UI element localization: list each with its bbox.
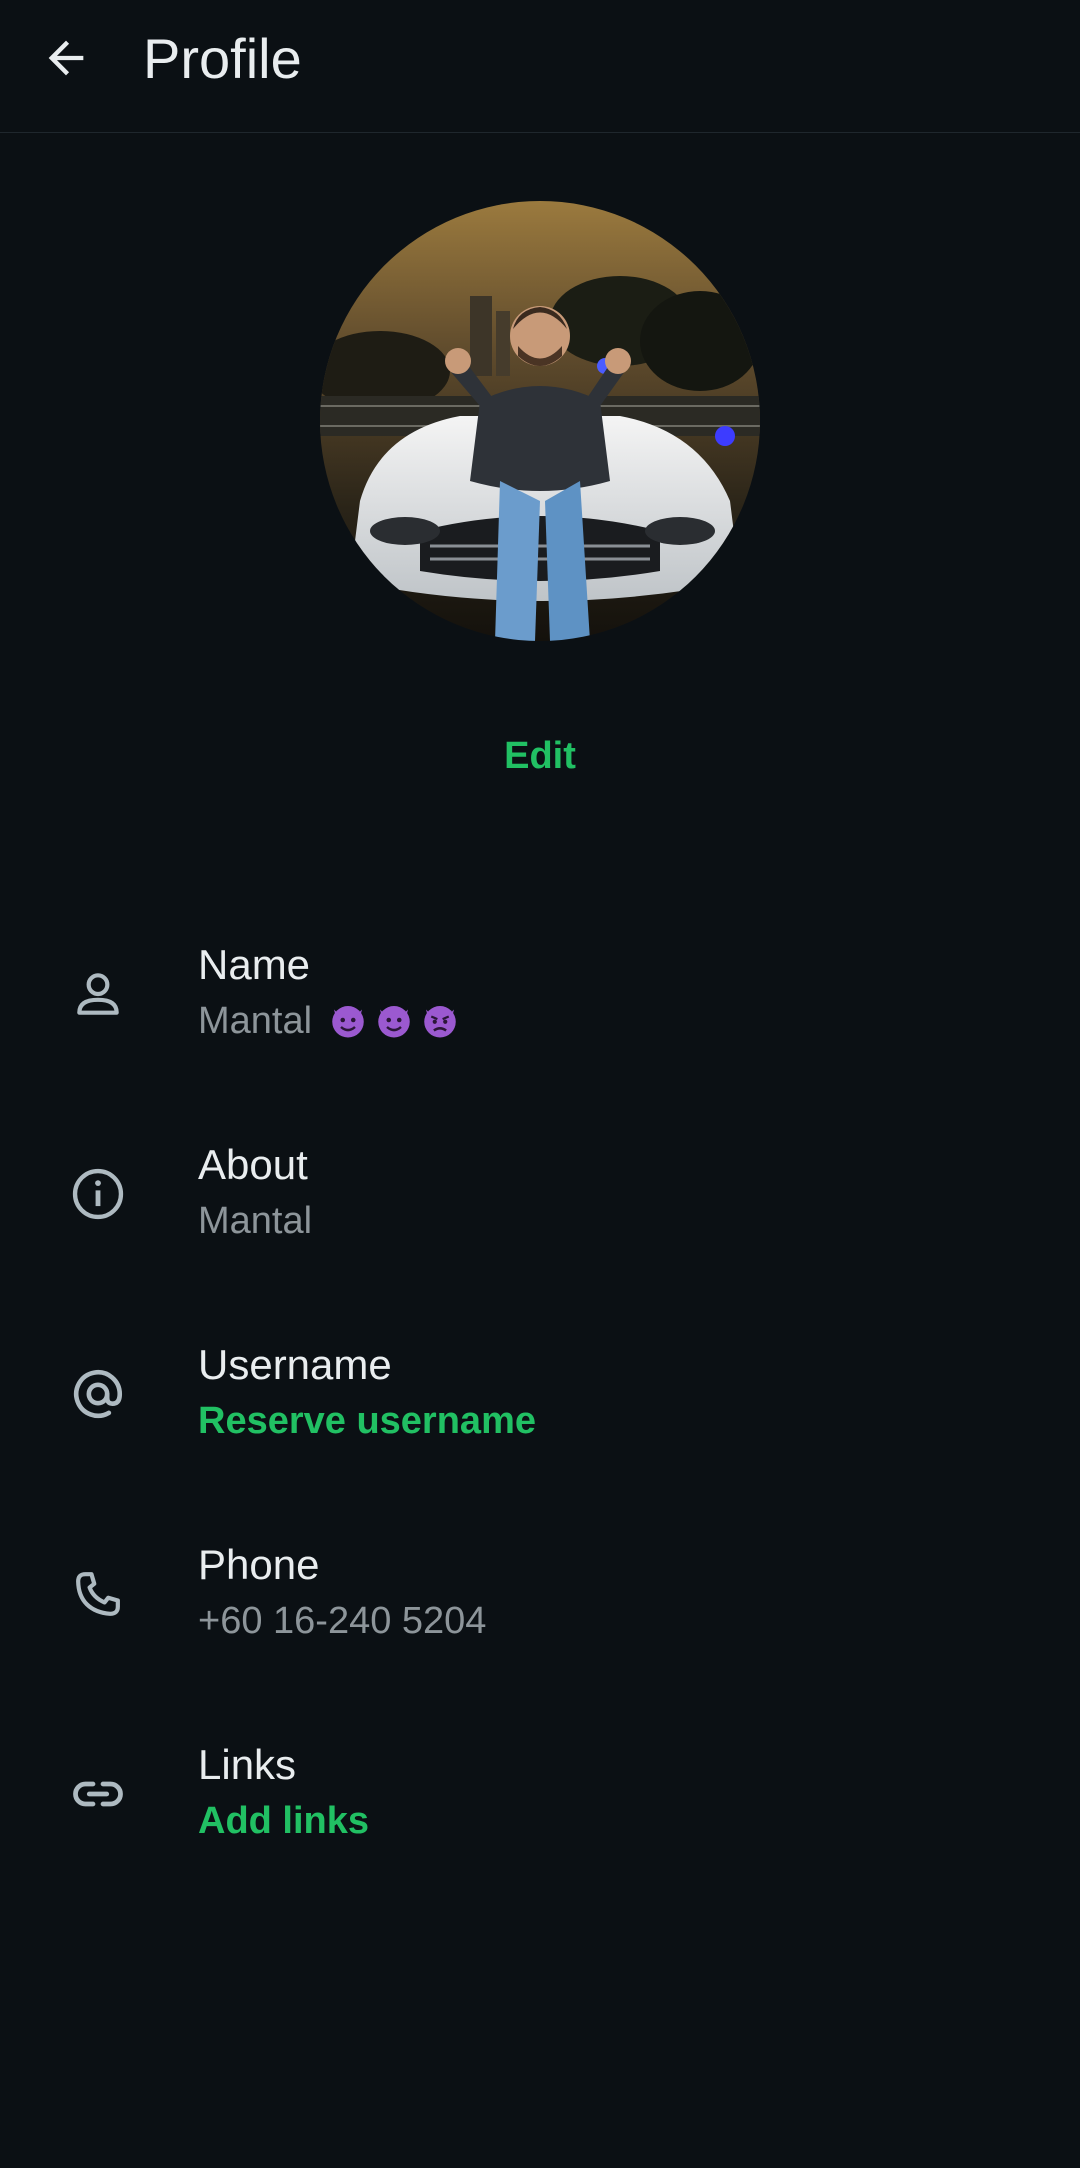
phone-icon bbox=[60, 1556, 136, 1632]
profile-photo[interactable] bbox=[320, 201, 760, 641]
page-title: Profile bbox=[143, 27, 302, 90]
link-icon bbox=[60, 1756, 136, 1832]
about-value: Mantal bbox=[198, 1200, 313, 1242]
about-row[interactable]: About Mantal bbox=[0, 1130, 1080, 1290]
add-links-link[interactable]: Add links bbox=[198, 1798, 369, 1844]
links-label: Links bbox=[198, 1741, 297, 1788]
phone-value: +60 16-240 5204 bbox=[198, 1600, 487, 1642]
app-bar: Profile bbox=[0, 0, 1080, 133]
back-button[interactable] bbox=[30, 22, 102, 94]
username-row[interactable]: Username Reserve username bbox=[0, 1330, 1080, 1490]
about-label: About bbox=[198, 1141, 308, 1188]
links-row[interactable]: Links Add links bbox=[0, 1730, 1080, 1890]
smiling-devil-icon bbox=[377, 1006, 410, 1038]
at-sign-icon bbox=[60, 1356, 136, 1432]
name-text: Mantal bbox=[198, 1000, 313, 1042]
username-label: Username bbox=[198, 1341, 392, 1388]
angry-devil-icon bbox=[423, 1006, 456, 1038]
phone-label: Phone bbox=[198, 1541, 320, 1588]
person-icon bbox=[60, 956, 136, 1032]
edit-photo-link[interactable]: Edit bbox=[0, 734, 1080, 778]
info-icon bbox=[60, 1156, 136, 1232]
phone-row[interactable]: Phone +60 16-240 5204 bbox=[0, 1530, 1080, 1690]
reserve-username-link[interactable]: Reserve username bbox=[198, 1398, 536, 1444]
name-label: Name bbox=[198, 941, 311, 988]
arrow-left-icon bbox=[48, 40, 84, 76]
name-value: Mantal bbox=[198, 998, 461, 1044]
name-row[interactable]: Name Mantal bbox=[0, 930, 1080, 1090]
smiling-devil-icon bbox=[331, 1006, 364, 1038]
